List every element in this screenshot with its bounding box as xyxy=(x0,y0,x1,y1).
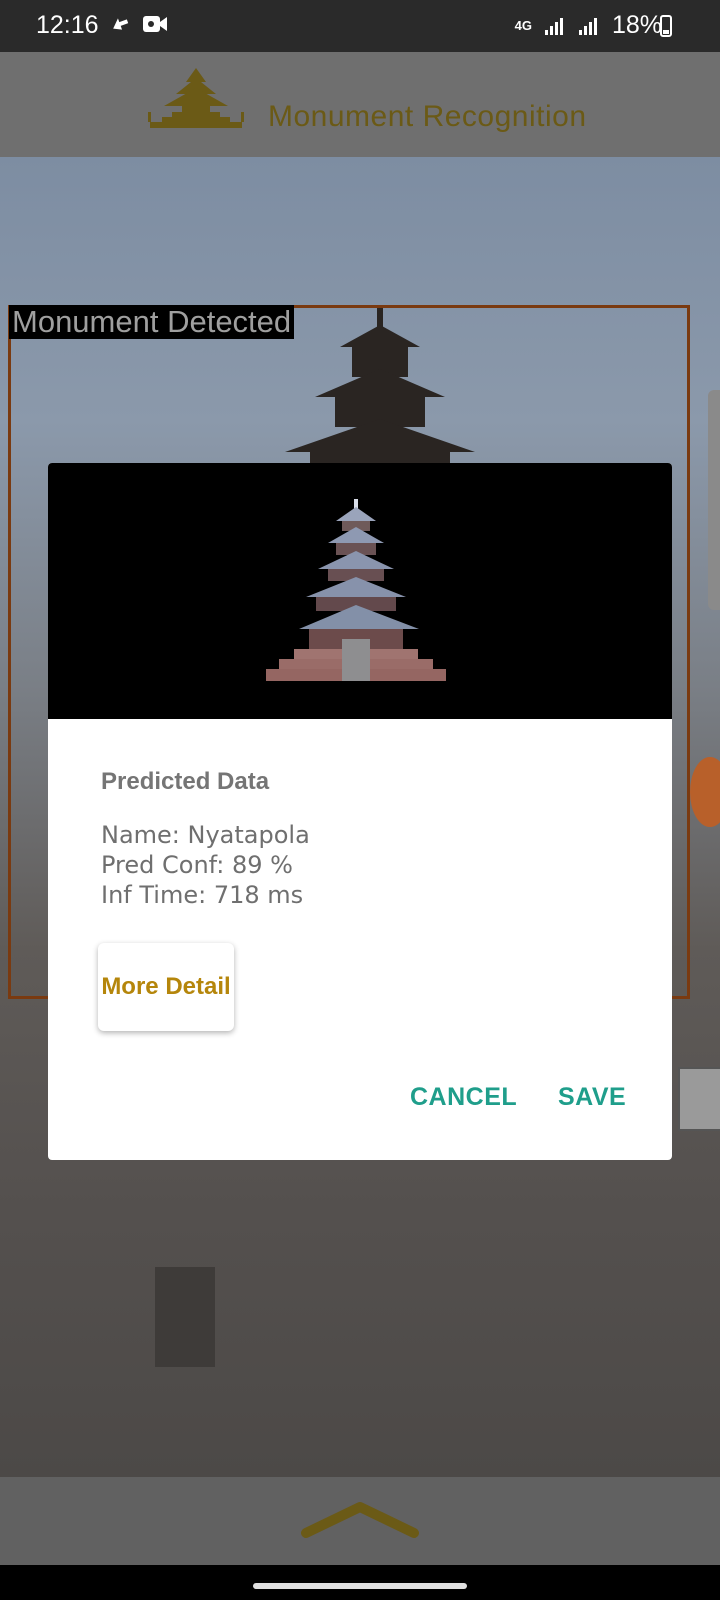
app-title: Monument Recognition xyxy=(268,100,587,133)
save-button[interactable]: SAVE xyxy=(558,1083,626,1112)
app-header: Monument Recognition xyxy=(0,52,720,157)
prediction-confidence: Pred Conf: 89 % xyxy=(101,851,293,879)
chevron-up-icon[interactable] xyxy=(298,1499,422,1543)
status-bar: 12:16 4G 18% xyxy=(0,0,720,52)
prediction-name: Name: Nyatapola xyxy=(101,821,310,849)
bottom-sheet-bar[interactable] xyxy=(0,1477,720,1565)
street-post xyxy=(155,1267,215,1367)
monument-preview-image xyxy=(48,463,672,719)
prediction-dialog: Predicted Data Name: Nyatapola Pred Conf… xyxy=(48,463,672,1160)
signal-icon xyxy=(578,17,597,35)
cancel-button[interactable]: CANCEL xyxy=(410,1083,517,1112)
transfer-icon xyxy=(113,18,129,30)
parking-sign xyxy=(678,1067,720,1131)
notification-icons xyxy=(108,12,168,36)
nyatapola-temple-image xyxy=(266,499,446,681)
edge-panel-handle[interactable] xyxy=(708,390,720,610)
system-icons: 4G 18% xyxy=(515,11,662,40)
pagoda-logo-icon xyxy=(148,68,244,128)
dialog-heading: Predicted Data xyxy=(101,768,270,795)
battery-icon xyxy=(660,15,672,37)
clock: 12:16 xyxy=(36,11,99,39)
more-detail-button[interactable]: More Detail xyxy=(98,943,234,1031)
inference-time: Inf Time: 718 ms xyxy=(101,881,304,909)
signal-icon xyxy=(544,17,563,35)
battery-percent: 18% xyxy=(611,11,662,39)
lantern xyxy=(690,757,720,827)
video-icon xyxy=(143,16,167,32)
home-gesture-handle[interactable] xyxy=(253,1583,467,1589)
detection-label: Monument Detected xyxy=(9,305,295,339)
network-type: 4G xyxy=(514,17,532,33)
